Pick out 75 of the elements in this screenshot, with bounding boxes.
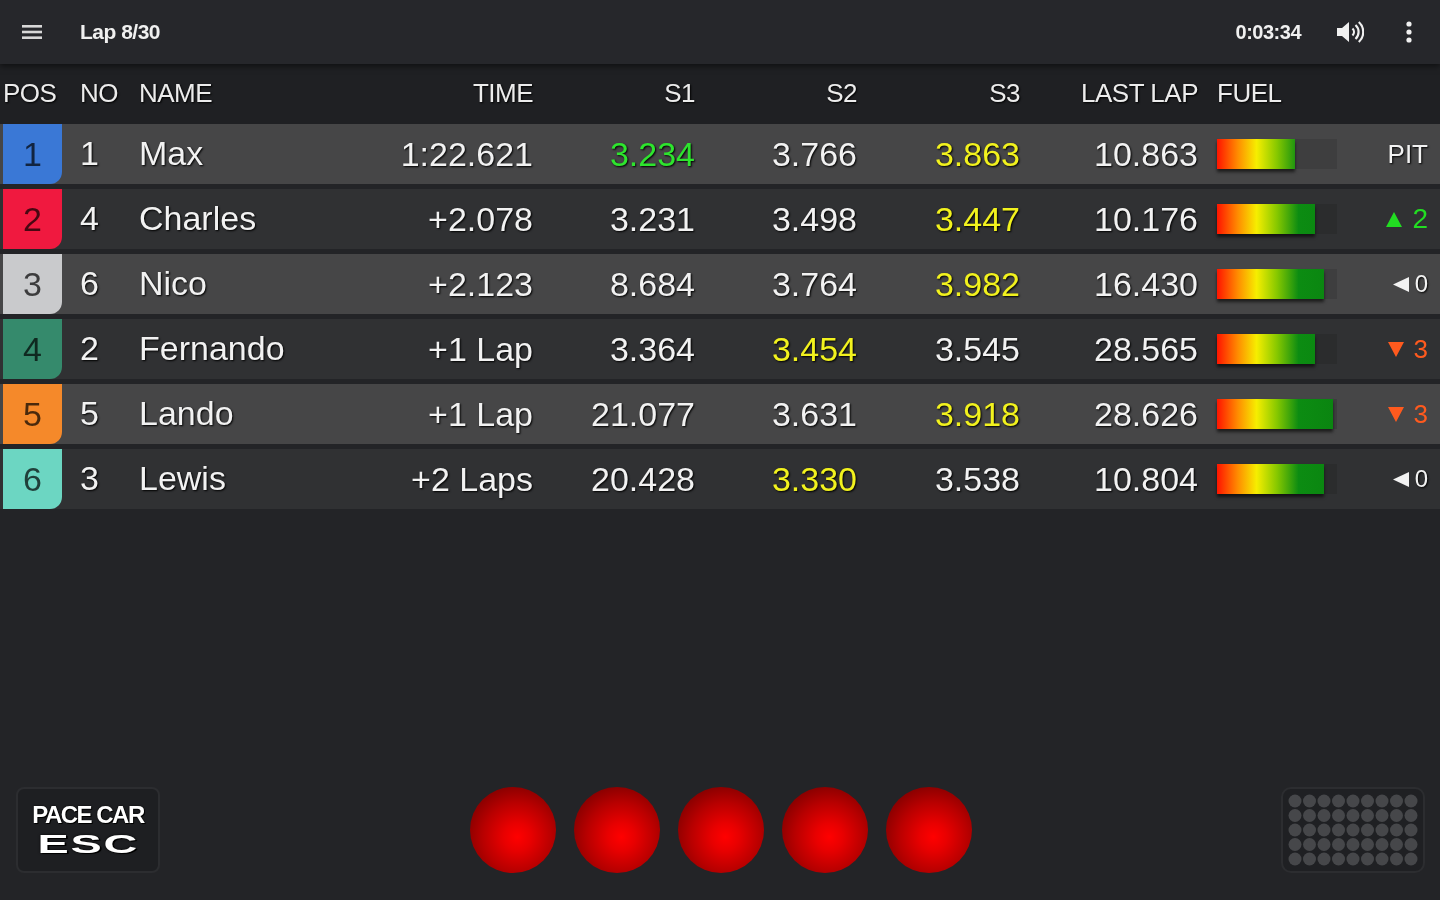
speaker-icon[interactable] [1337, 21, 1364, 43]
lap-counter: Lap 8/30 [80, 19, 161, 46]
triangle-left-icon [1392, 471, 1409, 487]
triangle-down-icon [1387, 341, 1404, 357]
triangle-down-icon [1387, 406, 1404, 422]
last-lap-time: 28.565 [1094, 332, 1198, 366]
elapsed-time: 0:03:34 [1235, 20, 1301, 45]
position-change: 3 [1413, 401, 1428, 427]
position-change: 2 [1412, 205, 1428, 233]
column-header: NAME [139, 77, 213, 108]
position-change: 3 [1413, 336, 1428, 362]
last-lap-time: 10.804 [1094, 462, 1198, 496]
column-header: FUEL [1217, 77, 1282, 108]
triangle-up-icon [1386, 211, 1403, 227]
sector-time: 3.918 [934, 397, 1020, 431]
sector-time: 3.538 [934, 462, 1020, 496]
sector-time: 3.454 [771, 332, 857, 366]
position-badge: 2 [3, 189, 62, 249]
car-number: 3 [80, 459, 99, 497]
gap-time: +2.123 [428, 267, 533, 301]
column-header: S3 [989, 77, 1020, 108]
car-number: 5 [80, 394, 99, 432]
car-number: 2 [80, 329, 99, 367]
gap-time: +1 Lap [428, 332, 533, 366]
sector-time: 3.764 [771, 267, 857, 301]
car-number: 6 [80, 264, 99, 302]
column-header: S2 [826, 77, 857, 108]
triangle-left-icon [1392, 276, 1409, 292]
driver-name: Lewis [139, 459, 226, 497]
sector-time: 20.428 [591, 462, 695, 496]
column-header: LAST LAP [1081, 77, 1198, 108]
gap-time: 1:22.621 [400, 137, 533, 171]
position-change: 0 [1414, 467, 1428, 491]
car-number: 4 [80, 199, 99, 237]
column-header: TIME [472, 77, 533, 108]
sector-time: 3.631 [771, 397, 857, 431]
dot-grid-icon [1288, 794, 1418, 866]
menu-icon[interactable] [22, 25, 42, 39]
pit-label: PIT [1387, 141, 1428, 167]
gap-time: +1 Lap [428, 397, 533, 431]
last-lap-time: 10.863 [1094, 137, 1198, 171]
sector-time: 3.447 [934, 202, 1020, 236]
column-header: POS [3, 77, 57, 108]
sector-time: 3.863 [934, 137, 1020, 171]
column-header: NO [80, 77, 118, 108]
sector-time: 21.077 [591, 397, 695, 431]
driver-name: Max [139, 134, 204, 172]
sector-time: 3.231 [609, 202, 695, 236]
position-badge: 4 [3, 319, 62, 379]
last-lap-time: 10.176 [1094, 202, 1198, 236]
driver-name: Fernando [139, 329, 285, 367]
gap-time: +2.078 [428, 202, 533, 236]
last-lap-time: 16.430 [1094, 267, 1198, 301]
sector-time: 3.234 [609, 137, 695, 171]
sector-time: 3.330 [771, 462, 857, 496]
sector-time: 3.545 [934, 332, 1020, 366]
more-options-icon[interactable] [1406, 21, 1412, 43]
sector-time: 3.766 [771, 137, 857, 171]
sector-time: 8.684 [609, 267, 695, 301]
driver-name: Charles [139, 199, 257, 237]
gap-time: +2 Laps [411, 462, 533, 496]
driver-name: Nico [139, 264, 208, 302]
pace-car-button[interactable]: PACE CAR ESC [16, 787, 160, 873]
car-number: 1 [80, 134, 99, 172]
position-change: 0 [1414, 272, 1428, 296]
sector-time: 3.364 [609, 332, 695, 366]
driver-name: Lando [139, 394, 234, 432]
position-badge: 5 [3, 384, 62, 444]
column-header: S1 [664, 77, 695, 108]
last-lap-time: 28.626 [1094, 397, 1198, 431]
sector-time: 3.498 [771, 202, 857, 236]
sector-time: 3.982 [934, 267, 1020, 301]
position-badge: 1 [3, 124, 62, 184]
position-badge: 6 [3, 449, 62, 509]
position-badge: 3 [3, 254, 62, 314]
